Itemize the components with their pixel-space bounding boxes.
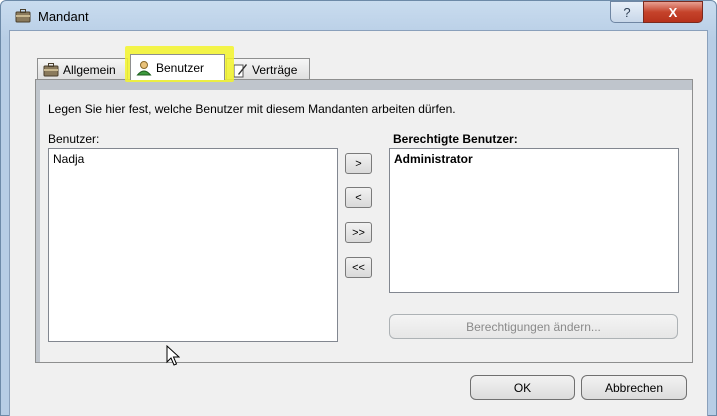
tab-vertraege[interactable]: Verträge [226,58,310,80]
tab-benutzer[interactable]: Benutzer [130,54,225,80]
help-button[interactable]: ? [610,1,644,23]
briefcase-icon [43,62,59,76]
change-permissions-button[interactable]: Berechtigungen ändern... [389,314,678,339]
tab-label: Verträge [252,62,298,77]
add-user-button[interactable]: > [345,153,372,174]
tab-allgemein[interactable]: Allgemein [37,58,128,80]
close-button[interactable]: X [643,1,703,23]
ok-button[interactable]: OK [470,375,575,400]
close-icon: X [668,4,678,20]
remove-user-button[interactable]: < [345,187,372,208]
list-item[interactable]: Administrator [394,151,674,167]
remove-all-users-button[interactable]: << [345,257,372,278]
pen-icon [233,63,247,77]
add-all-users-button[interactable]: >> [345,222,372,243]
users-label: Benutzer: [48,132,100,146]
tab-label: Benutzer [156,60,205,75]
users-listbox[interactable]: Nadja [48,148,338,342]
authorized-users-label: Berechtigte Benutzer: [393,132,518,146]
authorized-users-listbox[interactable]: Administrator [389,148,679,293]
title-bar[interactable]: Mandant ? X [1,1,716,31]
briefcase-icon [15,9,31,23]
cancel-button[interactable]: Abbrechen [581,375,687,400]
window-title: Mandant [38,9,89,24]
description-text: Legen Sie hier fest, welche Benutzer mit… [48,102,456,116]
mouse-cursor-icon [166,345,180,366]
user-icon [136,60,152,75]
tab-label: Allgemein [63,62,116,77]
list-item[interactable]: Nadja [53,151,333,167]
help-icon: ? [623,4,631,20]
